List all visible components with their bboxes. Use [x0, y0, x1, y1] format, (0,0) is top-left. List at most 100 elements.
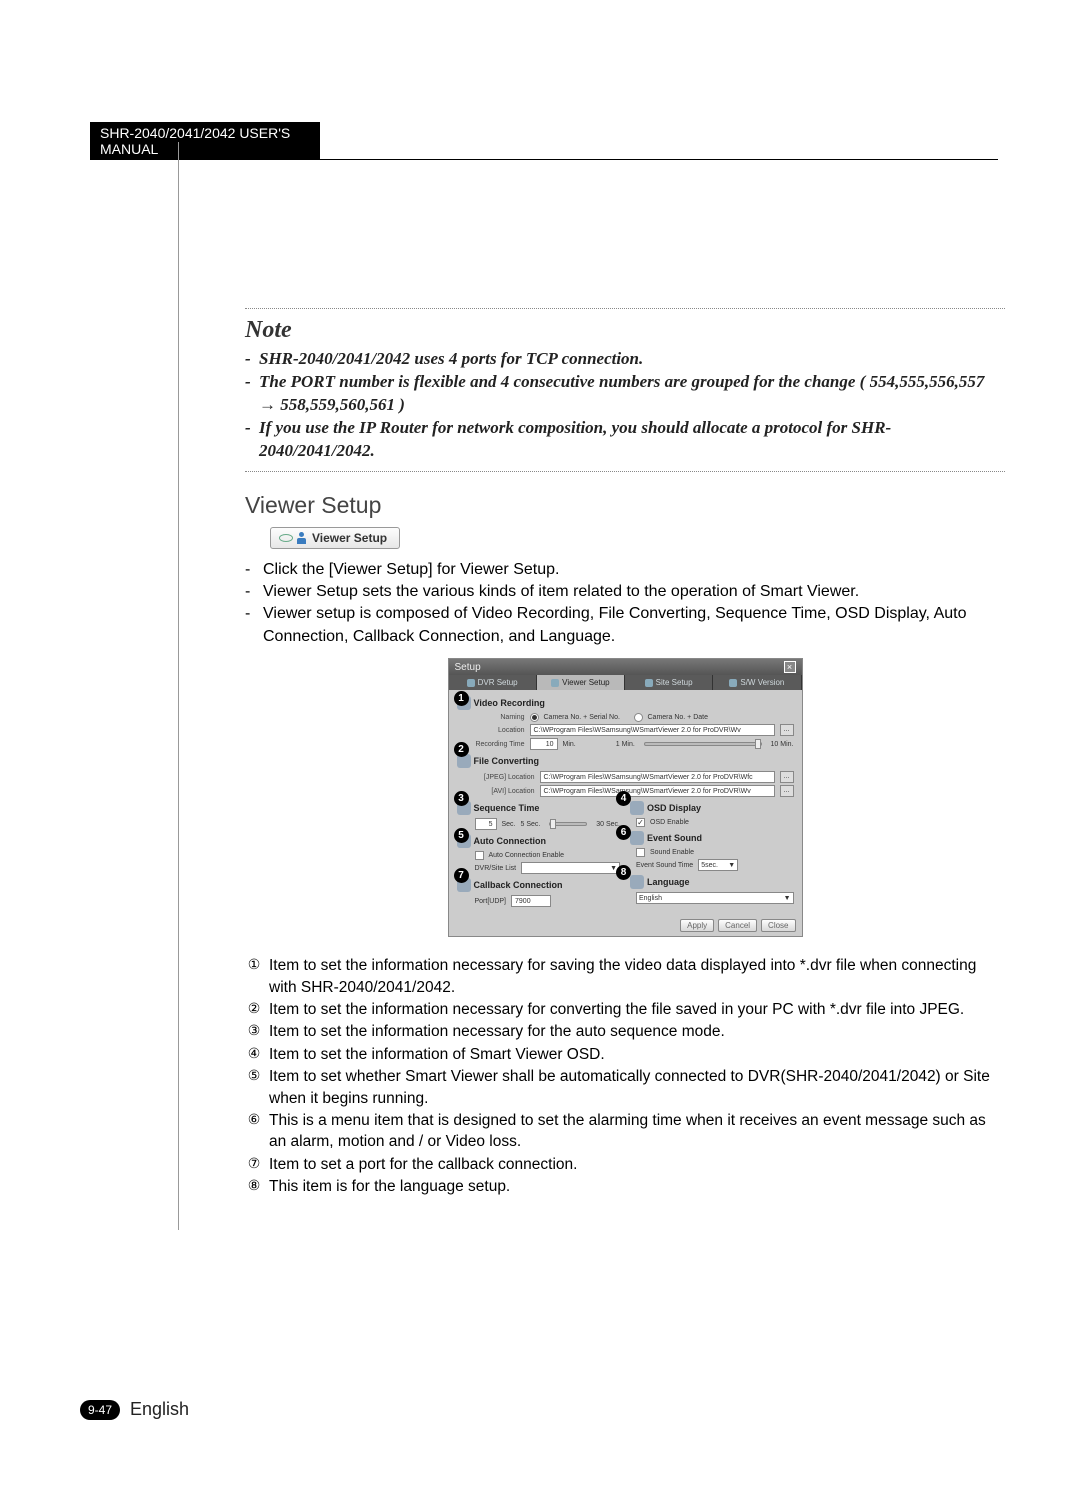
avi-loc-field[interactable]: C:\WProgram Files\WSamsung\WSmartViewer …: [540, 785, 775, 797]
badge-1: 1: [454, 691, 469, 706]
autoconn-checkbox[interactable]: [475, 851, 484, 860]
intro-item: Viewer setup is composed of Video Record…: [259, 603, 1005, 648]
intro-item: Click the [Viewer Setup] for Viewer Setu…: [259, 559, 1005, 581]
dialog-tabs: DVR Setup Viewer Setup Site Setup S/W Ve…: [449, 675, 802, 690]
tab-site-setup[interactable]: Site Setup: [625, 675, 713, 690]
panel-title: Callback Connection: [474, 880, 563, 890]
circled-2: ②: [245, 999, 263, 1017]
sound-checkbox[interactable]: [636, 848, 645, 857]
panel-callback: 7 Callback Connection Port[UDP] 7900: [457, 878, 621, 907]
panel-title: Auto Connection: [474, 836, 547, 846]
panel-title: Language: [647, 877, 690, 887]
dvrsite-label: DVR/Site List: [475, 865, 517, 872]
osd-checkbox[interactable]: ✓: [636, 818, 645, 827]
note-item: If you use the IP Router for network com…: [259, 417, 1005, 463]
person-icon: [297, 532, 307, 544]
panel-title: File Converting: [474, 756, 540, 766]
viewer-setup-button-illustration: Viewer Setup: [270, 527, 1005, 549]
panel-title: Video Recording: [474, 698, 545, 708]
sound-icon: [630, 831, 644, 845]
panel-video-recording: 1 Video Recording Naming Camera No. + Se…: [457, 696, 794, 750]
port-label: Port[UDP]: [475, 898, 507, 905]
autoconn-label: Auto Connection Enable: [489, 852, 565, 859]
dotted-rule: [245, 471, 1005, 472]
intro-list: -Click the [Viewer Setup] for Viewer Set…: [245, 559, 1005, 649]
seq-unit: Sec.: [502, 821, 516, 828]
content-column: Note -SHR-2040/2041/2042 uses 4 ports fo…: [245, 270, 1005, 1197]
osd-label: OSD Enable: [650, 819, 689, 826]
desc-item: Item to set the information of Smart Vie…: [267, 1044, 1005, 1065]
rectime-field[interactable]: 10: [530, 738, 558, 750]
globe-icon: [645, 679, 653, 687]
dvrsite-dropdown[interactable]: ▼: [521, 862, 620, 874]
close-icon[interactable]: ×: [784, 661, 796, 673]
location-field[interactable]: C:\WProgram Files\WSamsung\WSmartViewer …: [530, 724, 775, 736]
panel-event-sound: 6 Event Sound Sound Enable Event Sound T…: [630, 831, 794, 871]
location-label: Location: [475, 727, 525, 734]
panel-title: Event Sound: [647, 833, 702, 843]
jpeg-loc-field[interactable]: C:\WProgram Files\WSamsung\WSmartViewer …: [540, 771, 775, 783]
header: SHR-2040/2041/2042 USER'S MANUAL: [90, 122, 990, 160]
desc-item: This is a menu item that is designed to …: [267, 1110, 1005, 1153]
naming-label: Naming: [475, 714, 525, 721]
intro-item: Viewer Setup sets the various kinds of i…: [259, 581, 1005, 603]
desc-item: This item is for the language setup.: [267, 1176, 1005, 1197]
eye-icon: [551, 679, 559, 687]
badge-7: 7: [454, 868, 469, 883]
page-number: 9-47: [80, 1400, 120, 1420]
footer: 9-47 English: [80, 1399, 189, 1420]
description-list: ① Item to set the information necessary f…: [245, 955, 1005, 1197]
monitor-icon: [467, 679, 475, 687]
port-field[interactable]: 7900: [511, 895, 551, 907]
setup-dialog: Setup × DVR Setup Viewer Setup Site Setu…: [448, 658, 803, 937]
panel-sequence-time: 3 Sequence Time 5 Sec. 5 Sec. 30 Sec.: [457, 801, 621, 830]
note-item: The PORT number is flexible and 4 consec…: [259, 371, 1005, 417]
cancel-button[interactable]: Cancel: [718, 919, 757, 932]
dotted-rule: [245, 308, 1005, 309]
dialog-titlebar: Setup ×: [449, 659, 802, 675]
viewer-setup-button-label: Viewer Setup: [312, 531, 387, 545]
note-body: -SHR-2040/2041/2042 uses 4 ports for TCP…: [245, 348, 1005, 463]
tab-dvr-setup[interactable]: DVR Setup: [449, 675, 537, 690]
section-title: Viewer Setup: [245, 492, 1005, 519]
rectime-slider[interactable]: [644, 742, 762, 746]
desc-item: Item to set a port for the callback conn…: [267, 1154, 1005, 1175]
avi-loc-label: [AVI] Location: [475, 788, 535, 795]
language-dropdown[interactable]: English▼: [636, 892, 794, 904]
circled-6: ⑥: [245, 1110, 263, 1128]
eye-icon: [279, 534, 293, 542]
rectime-min: 1 Min.: [616, 741, 635, 748]
seq-min: 5 Sec.: [521, 821, 541, 828]
badge-2: 2: [454, 742, 469, 757]
header-rule: [90, 159, 998, 160]
badge-8: 8: [616, 865, 631, 880]
viewer-setup-button[interactable]: Viewer Setup: [270, 527, 400, 549]
browse-button[interactable]: ...: [780, 771, 794, 783]
circled-1: ①: [245, 955, 263, 973]
desc-item: Item to set the information necessary fo…: [267, 1021, 1005, 1042]
soundtime-dropdown[interactable]: 5sec.▼: [698, 859, 738, 871]
rectime-unit: Min.: [563, 741, 576, 748]
note-item: SHR-2040/2041/2042 uses 4 ports for TCP …: [259, 348, 643, 371]
tab-sw-version[interactable]: S/W Version: [713, 675, 801, 690]
naming-radio-date[interactable]: [634, 713, 643, 722]
apply-button[interactable]: Apply: [680, 919, 714, 932]
info-icon: [729, 679, 737, 687]
circled-7: ⑦: [245, 1154, 263, 1172]
panel-title: Sequence Time: [474, 803, 540, 813]
tab-viewer-setup[interactable]: Viewer Setup: [537, 675, 625, 690]
seq-field[interactable]: 5: [475, 818, 497, 830]
browse-button[interactable]: ...: [780, 724, 794, 736]
badge-5: 5: [454, 828, 469, 843]
circled-5: ⑤: [245, 1066, 263, 1084]
header-text: SHR-2040/2041/2042 USER'S MANUAL: [90, 122, 320, 160]
naming-radio-serial[interactable]: [530, 713, 539, 722]
rectime-max: 10 Min.: [771, 741, 794, 748]
rectime-label: Recording Time: [475, 741, 525, 748]
seq-slider[interactable]: [549, 822, 587, 826]
close-button[interactable]: Close: [761, 919, 795, 932]
circled-3: ③: [245, 1021, 263, 1039]
circled-4: ④: [245, 1044, 263, 1062]
browse-button[interactable]: ...: [780, 785, 794, 797]
naming-opt1: Camera No. + Serial No.: [544, 714, 629, 721]
